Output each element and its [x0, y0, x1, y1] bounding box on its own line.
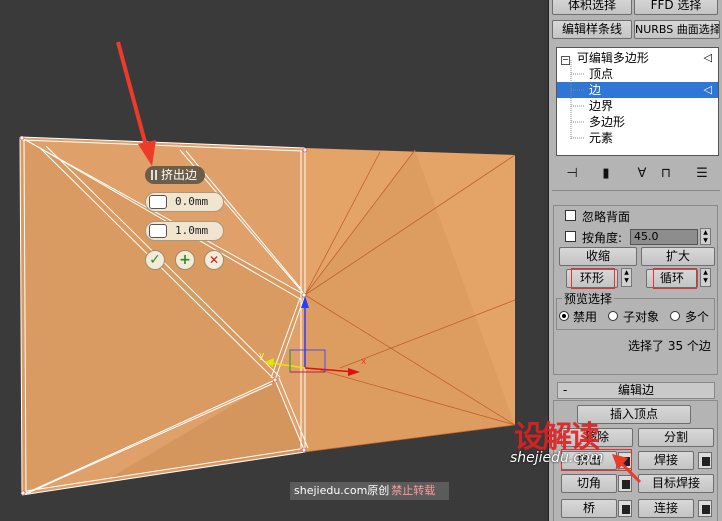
extrude-width-value: 1.0mm: [175, 224, 209, 237]
preview-disabled-radio[interactable]: [559, 311, 569, 321]
caddy-title-text: 挤出边: [161, 168, 198, 182]
selection-status: 选择了 35 个边: [628, 339, 711, 353]
extrude-height-field[interactable]: 0.0mm: [145, 192, 224, 212]
angle-value: 45.0: [634, 230, 659, 243]
axis-label-x: x: [361, 357, 367, 367]
extrude-edges-caddy-title[interactable]: 挤出边: [145, 166, 205, 184]
ignore-backfacing-checkbox[interactable]: [565, 210, 576, 221]
preview-subobject-label: 子对象: [623, 310, 660, 324]
remove-modifier-icon[interactable]: ⊓: [658, 166, 674, 182]
grip-icon[interactable]: [151, 170, 157, 180]
plus-icon: +: [179, 252, 191, 268]
connect-settings-button[interactable]: [698, 500, 712, 517]
width-icon: [149, 224, 167, 238]
ok-button[interactable]: ✓: [145, 250, 165, 270]
edit-spline-button[interactable]: 编辑样条线: [552, 20, 632, 39]
mesh-scene[interactable]: x y: [0, 0, 548, 521]
shrink-button[interactable]: 收缩: [559, 247, 637, 266]
cancel-button[interactable]: ✕: [204, 250, 224, 270]
preview-multiple-radio[interactable]: [670, 311, 680, 321]
bridge-button[interactable]: 桥: [561, 499, 617, 518]
make-unique-icon[interactable]: ∀: [634, 166, 650, 182]
configure-sets-icon[interactable]: ☰: [694, 166, 710, 182]
site-logo-url: shejiedu.com: [510, 450, 604, 466]
ignore-backfacing-label: 忽略背面: [582, 210, 631, 224]
close-icon: ✕: [208, 253, 220, 267]
loop-spinner[interactable]: ▲ ▼: [700, 268, 711, 287]
weld-settings-button[interactable]: [698, 452, 712, 469]
stack-tree-lines: [570, 60, 585, 140]
watermark-note: 禁止转载: [391, 484, 436, 497]
apply-button[interactable]: +: [175, 250, 195, 270]
ffd-select-button[interactable]: FFD 选择: [634, 0, 718, 15]
height-icon: [149, 195, 167, 209]
extrude-width-field[interactable]: 1.0mm: [145, 221, 224, 241]
ring-spinner[interactable]: ▲ ▼: [621, 268, 632, 287]
volume-select-button[interactable]: 体积选择: [552, 0, 632, 15]
toolbar-separator: [552, 190, 720, 191]
light-bulb-icon[interactable]: ◁: [704, 50, 712, 66]
preview-multiple-label: 多个: [685, 310, 710, 324]
loop-highlight: [653, 268, 697, 289]
watermark-site: shejiedu.com原创: [294, 484, 390, 497]
perspective-viewport[interactable]: x y 挤出边 0.0mm 1.0mm ✓ + ✕ shejiedu.com原创…: [0, 0, 548, 521]
connect-button[interactable]: 连接: [638, 499, 694, 518]
by-angle-checkbox[interactable]: [565, 231, 576, 242]
edit-edges-title: 编辑边: [617, 383, 654, 397]
angle-input[interactable]: 45.0: [630, 229, 698, 245]
bridge-settings-button[interactable]: [618, 500, 632, 517]
grow-button[interactable]: 扩大: [641, 247, 715, 266]
light-bulb-icon[interactable]: ◁: [704, 82, 712, 98]
watermark: shejiedu.com原创 禁止转载: [290, 482, 449, 500]
check-icon: ✓: [149, 252, 161, 268]
axis-label-y: y: [259, 351, 265, 361]
edit-edges-rollout-header[interactable]: - 编辑边: [557, 382, 715, 399]
preview-disabled-label: 禁用: [573, 310, 598, 324]
nurbs-surface-select-button[interactable]: NURBS 曲面选择: [634, 20, 720, 39]
pin-stack-icon[interactable]: ⊣: [564, 166, 580, 182]
angle-spinner[interactable]: ▲ ▼: [700, 228, 711, 245]
preview-subobject-radio[interactable]: [608, 311, 618, 321]
by-angle-label: 按角度:: [582, 231, 623, 245]
preview-selection-label: 预览选择: [562, 290, 615, 307]
ring-highlight: [571, 268, 615, 289]
show-end-result-icon[interactable]: ▮: [598, 166, 614, 182]
modifier-stack[interactable]: − 可编辑多边形 ◁ 顶点 边 ◁ 边界 多边形 元素: [556, 47, 719, 156]
rollout-collapse-icon: -: [563, 383, 568, 397]
site-logo: 设解读 shejiedu.com: [510, 412, 630, 467]
extrude-height-value: 0.0mm: [175, 195, 209, 208]
